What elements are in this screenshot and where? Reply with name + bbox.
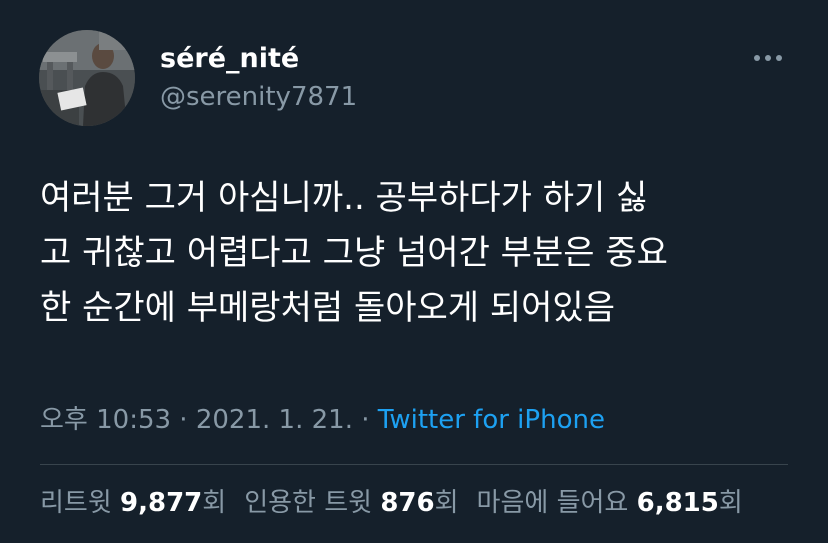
retweets-label: 리트윗 xyxy=(40,488,121,518)
more-options-button[interactable] xyxy=(748,44,788,72)
avatar[interactable] xyxy=(39,30,135,126)
tweet-text: 여러분 그거 아심니까.. 공부하다가 하기 싫 고 귀찮고 어렵다고 그냥 넘… xyxy=(40,178,668,328)
tweet-date[interactable]: 2021. 1. 21. xyxy=(196,405,353,435)
likes-stat[interactable]: 마음에 들어요 6,815회 xyxy=(477,488,743,518)
tweet-stats: 리트윗 9,877회 인용한 트윗 876회 마음에 들어요 6,815회 xyxy=(40,485,743,521)
meta-separator: · xyxy=(171,405,196,435)
divider xyxy=(40,464,788,465)
quotes-stat[interactable]: 인용한 트윗 876회 xyxy=(244,488,458,518)
quotes-suffix: 회 xyxy=(434,488,459,518)
likes-count: 6,815 xyxy=(636,488,719,518)
tweet-card: séré_nité @serenity7871 여러분 그거 아심니까.. 공부… xyxy=(0,0,828,543)
more-horizontal-icon xyxy=(754,55,782,61)
user-handle[interactable]: @serenity7871 xyxy=(160,80,357,114)
meta-separator: · xyxy=(352,405,378,435)
avatar-photo xyxy=(39,30,135,126)
quotes-count: 876 xyxy=(380,488,435,518)
retweets-count: 9,877 xyxy=(120,488,203,518)
tweet-meta: 오후 10:53 · 2021. 1. 21. · Twitter for iP… xyxy=(40,402,605,438)
tweet-source-link[interactable]: Twitter for iPhone xyxy=(378,405,605,435)
tweet-time[interactable]: 오후 10:53 xyxy=(40,405,171,435)
likes-label: 마음에 들어요 xyxy=(476,488,637,518)
retweets-stat[interactable]: 리트윗 9,877회 xyxy=(40,488,226,518)
retweets-suffix: 회 xyxy=(202,488,227,518)
likes-suffix: 회 xyxy=(718,488,743,518)
display-name[interactable]: séré_nité xyxy=(160,42,299,76)
quotes-label: 인용한 트윗 xyxy=(244,488,381,518)
